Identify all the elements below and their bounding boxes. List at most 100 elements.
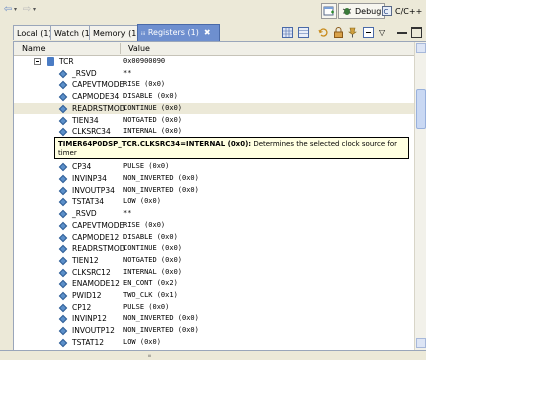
field-name: TIEN12 [72, 255, 99, 265]
field-value[interactable]: TWO_CLK (0x1) [123, 290, 178, 302]
vertical-scrollbar[interactable] [414, 42, 426, 350]
field-value[interactable]: LOW (0x0) [123, 337, 161, 349]
perspective-label: Debug [355, 6, 382, 16]
register-tree: TCR 0x00900090 _RSVD ** CAPEVTMODE RISE (0x… [14, 56, 414, 350]
field-value[interactable]: NON_INVERTED (0x0) [123, 173, 199, 185]
register-field-row[interactable]: READRSTMOD CONTINUE (0x0) [14, 243, 414, 255]
register-field-row[interactable]: PWID12 TWO_CLK (0x1) [14, 290, 414, 302]
register-field-row[interactable]: CAPMODE34 DISABLE (0x0) [14, 91, 414, 103]
table-view-icon[interactable] [298, 27, 309, 38]
registers-view: Name Value TCR 0x00900090 _RSVD ** CAPEVTM… [13, 42, 426, 350]
register-icon [47, 57, 54, 66]
field-value[interactable]: PULSE (0x0) [123, 161, 169, 173]
bottom-view-strip: ᵢᵢᵢ [0, 350, 426, 360]
register-value[interactable]: 0x00900090 [123, 56, 165, 68]
field-value[interactable]: EN_CONT (0x2) [123, 278, 178, 290]
field-icon [58, 221, 68, 231]
field-value[interactable]: NON_INVERTED (0x0) [123, 325, 199, 337]
field-value[interactable]: LOW (0x0) [123, 196, 161, 208]
tab-local[interactable]: Local (1) [13, 25, 52, 40]
close-icon[interactable]: ✖ [204, 28, 211, 37]
register-field-row[interactable]: CP34 PULSE (0x0) [14, 161, 414, 173]
register-field-row[interactable]: CLKSRC12 INTERNAL (0x0) [14, 267, 414, 279]
field-name: INVOUTP12 [72, 326, 115, 336]
minimize-icon[interactable] [397, 32, 407, 34]
field-icon [58, 81, 68, 90]
field-value[interactable]: CONTINUE (0x0) [123, 243, 182, 255]
perspective-label: C/C++ [395, 6, 423, 16]
register-field-row[interactable]: TIEN12 NOTGATED (0x0) [14, 255, 414, 267]
register-field-row[interactable]: INVOUTP34 NON_INVERTED (0x0) [14, 185, 414, 197]
field-name: CAPMODE12 [72, 232, 120, 242]
register-field-row[interactable]: TIEN34 NOTGATED (0x0) [14, 115, 414, 127]
debugger-window: ⇦ ▾ ⇨ ▾ Debug C C/C++ Local (1) Watch (1… [0, 0, 426, 360]
register-field-row[interactable]: TSTAT34 LOW (0x0) [14, 196, 414, 208]
debug-bug-icon [342, 8, 352, 15]
field-value[interactable]: NOTGATED (0x0) [123, 255, 182, 267]
field-name: ENAMODE12 [72, 279, 120, 289]
refresh-icon[interactable] [318, 27, 329, 38]
field-value[interactable]: NON_INVERTED (0x0) [123, 185, 199, 197]
field-icon [58, 233, 68, 242]
scrollbar-thumb[interactable] [416, 89, 426, 129]
table-header: Name Value [14, 42, 414, 56]
field-value[interactable]: DISABLE (0x0) [123, 91, 178, 103]
perspective-cpp[interactable]: C C/C++ [379, 3, 425, 19]
scroll-down-arrow-icon[interactable] [416, 338, 426, 348]
register-field-row[interactable]: READRSTMOD CONTINUE (0x0) [14, 102, 414, 115]
pin-icon[interactable] [347, 27, 358, 38]
field-value[interactable]: PULSE (0x0) [123, 302, 169, 314]
bottom-tab-icon[interactable]: ᵢᵢᵢ [148, 352, 151, 360]
column-header-name[interactable]: Name [14, 42, 46, 55]
register-field-row[interactable]: CAPMODE12 DISABLE (0x0) [14, 232, 414, 244]
register-field-row[interactable]: INVOUTP12 NON_INVERTED (0x0) [14, 325, 414, 337]
scroll-up-arrow-icon[interactable] [416, 43, 426, 53]
view-menu-icon[interactable]: ▽ [379, 27, 390, 38]
tab-memory[interactable]: Memory (1) [89, 25, 139, 40]
forward-arrow-icon[interactable]: ⇨ [22, 5, 32, 15]
register-field-row[interactable]: _RSVD ** [14, 68, 414, 80]
grid-layout-icon[interactable] [282, 27, 293, 38]
lock-icon[interactable] [333, 27, 344, 38]
field-icon [58, 268, 68, 277]
field-value[interactable]: NOTGATED (0x0) [123, 115, 182, 127]
tab-registers[interactable]: ᵢᵢᵢ Registers (1) ✖ [137, 24, 220, 41]
field-value[interactable]: INTERNAL (0x0) [123, 267, 182, 279]
back-arrow-icon[interactable]: ⇦ [3, 5, 13, 15]
field-value[interactable]: ** [123, 68, 131, 80]
register-field-row[interactable]: ENAMODE12 EN_CONT (0x2) [14, 278, 414, 290]
registers-icon: ᵢᵢᵢ [141, 28, 146, 37]
field-name: CAPEVTMODE [72, 80, 125, 90]
field-icon [58, 92, 68, 102]
field-value[interactable]: ** [123, 208, 131, 220]
register-field-row[interactable]: CAPEVTMODE RISE (0x0) [14, 79, 414, 91]
tab-watch[interactable]: Watch (1) [50, 25, 93, 40]
field-name: PWID12 [72, 291, 102, 300]
register-field-row[interactable]: INVINP34 NON_INVERTED (0x0) [14, 173, 414, 185]
register-field-row[interactable]: CP12 PULSE (0x0) [14, 302, 414, 314]
field-icon [58, 198, 68, 207]
field-value[interactable]: DISABLE (0x0) [123, 232, 178, 244]
field-tooltip: TIMER64P0DSP_TCR.CLKSRC34=INTERNAL (0x0)… [54, 137, 409, 159]
back-dropdown-icon[interactable]: ▾ [14, 6, 17, 13]
field-value[interactable]: CONTINUE (0x0) [123, 103, 182, 115]
field-value[interactable]: RISE (0x0) [123, 220, 165, 232]
register-field-row[interactable]: CAPEVTMODE RISE (0x0) [14, 220, 414, 232]
collapse-toggle-icon[interactable] [34, 58, 41, 65]
field-name: TIEN34 [72, 115, 99, 125]
field-value[interactable]: RISE (0x0) [123, 79, 165, 91]
register-row-tcr[interactable]: TCR 0x00900090 [14, 56, 414, 68]
field-value[interactable]: NON_INVERTED (0x0) [123, 313, 199, 325]
register-field-row[interactable]: INVINP12 NON_INVERTED (0x0) [14, 313, 414, 325]
register-field-row[interactable]: TSTAT12 LOW (0x0) [14, 337, 414, 349]
field-name: CP12 [72, 302, 92, 312]
open-perspective-button[interactable] [321, 3, 337, 19]
maximize-icon[interactable] [411, 27, 422, 38]
register-field-row[interactable]: _RSVD ** [14, 208, 414, 220]
main-toolbar: ⇦ ▾ ⇨ ▾ Debug C C/C++ [0, 0, 426, 22]
forward-dropdown-icon[interactable]: ▾ [33, 6, 36, 13]
collapse-all-icon[interactable] [363, 27, 374, 38]
column-header-value[interactable]: Value [120, 42, 150, 55]
field-icon [58, 127, 68, 137]
field-name: TSTAT12 [72, 337, 105, 347]
